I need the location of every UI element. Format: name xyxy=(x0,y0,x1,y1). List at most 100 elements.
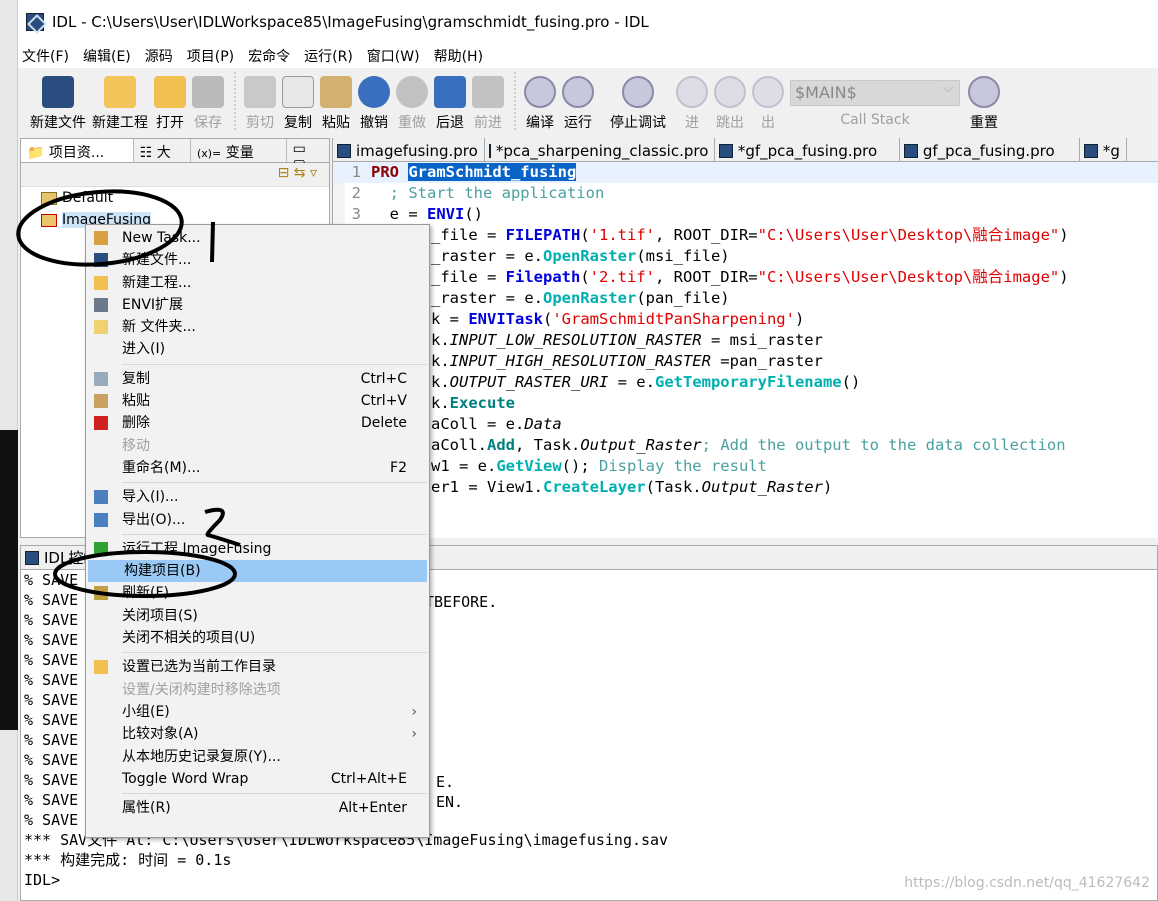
back-button[interactable]: 后退 xyxy=(434,68,466,132)
reset-button[interactable]: 重置 xyxy=(968,68,1000,132)
minimize-maximize-icons[interactable]: ▭ ▢ xyxy=(287,139,329,173)
editor-tab[interactable]: *g xyxy=(1080,138,1127,161)
tab-outline[interactable]: ☷ 大纲 xyxy=(134,139,191,181)
cut-label: 剪切 xyxy=(246,115,274,131)
menu-help[interactable]: 帮助(H) xyxy=(434,46,483,66)
context-menu-item[interactable]: 关闭不相关的项目(U) xyxy=(86,627,429,649)
editor-tab[interactable]: *gf_pca_fusing.pro xyxy=(715,138,900,161)
menu-macros[interactable]: 宏命令 xyxy=(248,46,290,66)
context-menu-item[interactable]: 属性(R) Alt+Enter xyxy=(86,797,429,819)
menu-item-label: 导出(O)... xyxy=(122,511,186,528)
code-token: Add xyxy=(487,436,515,454)
code-line: _file = FILEPATH('1.tif', ROOT_DIR="C:\U… xyxy=(333,225,1158,246)
context-menu-item[interactable]: 导入(I)... xyxy=(86,486,429,508)
menu-item-label: 小组(E) xyxy=(122,703,170,720)
context-menu-item[interactable]: 删除 Delete xyxy=(86,412,429,434)
undo-button[interactable]: 撤销 xyxy=(358,68,390,132)
menu-item-shortcut: Ctrl+Alt+E xyxy=(330,770,407,787)
code-token: _file = xyxy=(431,226,506,244)
tab-variables[interactable]: (x)= 变量查... xyxy=(191,139,287,181)
step-out-button[interactable]: 出 xyxy=(752,68,784,132)
context-menu-item[interactable]: 构建项目(B) xyxy=(88,560,427,583)
project-folder-error-icon xyxy=(41,213,57,227)
title-bar: IDL - C:\Users\User\IDLWorkspace85\Image… xyxy=(18,0,1158,44)
collapse-link-icons[interactable]: ⊟ ⇆ ▿ xyxy=(278,165,317,181)
forward-label: 前进 xyxy=(474,115,502,131)
call-stack-select[interactable]: $MAIN$ xyxy=(790,80,960,106)
context-menu-item[interactable]: 粘贴 Ctrl+V xyxy=(86,390,429,412)
call-stack-label: Call Stack xyxy=(840,112,910,128)
code-token: OpenRaster xyxy=(542,247,637,265)
context-menu-item[interactable]: Toggle Word Wrap Ctrl+Alt+E xyxy=(86,768,429,790)
context-menu-item[interactable]: 运行工程 ImageFusing xyxy=(86,538,429,560)
code-editor[interactable]: imagefusing.pro *pca_sharpening_classic.… xyxy=(332,138,1158,538)
code-line: 3 e = ENVI() xyxy=(333,204,1158,225)
new-project-button[interactable]: 新建工程 xyxy=(92,68,148,132)
menu-item-label: 新建文件... xyxy=(122,252,192,269)
code-token: e = xyxy=(371,205,427,223)
code-token: , ROOT_DIR= xyxy=(654,226,758,244)
compile-button[interactable]: 编译 xyxy=(524,68,556,132)
step-into-button[interactable]: 进 xyxy=(676,68,708,132)
redo-button[interactable]: 重做 xyxy=(396,68,428,132)
context-menu-item[interactable]: New Task... xyxy=(86,227,429,249)
paste-button[interactable]: 粘贴 xyxy=(320,68,352,132)
editor-tab[interactable]: gf_pca_fusing.pro xyxy=(900,138,1080,161)
save-button[interactable]: 保存 xyxy=(192,68,224,132)
copy-button[interactable]: 复制 xyxy=(282,68,314,132)
code-token: (); xyxy=(561,457,599,475)
context-menu-item[interactable]: ENVI扩展 xyxy=(86,294,429,316)
context-menu-item[interactable]: 设置已选为当前工作目录 xyxy=(86,656,429,678)
code-token: CreateLayer xyxy=(542,478,646,496)
tree-item-default[interactable]: Default xyxy=(21,187,329,209)
context-menu-item[interactable]: 复制 Ctrl+C xyxy=(86,368,429,390)
context-menu-item[interactable]: 新 文件夹... xyxy=(86,316,429,338)
code-lines[interactable]: 1 PRO GramSchmidt_fusing 2 ; Start the ap… xyxy=(333,162,1158,498)
tab-label: *gf_pca_fusing.pro xyxy=(737,141,878,160)
menu-source[interactable]: 源码 xyxy=(145,46,173,66)
code-token: GetTemporaryFilename xyxy=(654,373,842,391)
cut-button[interactable]: 剪切 xyxy=(244,68,276,132)
context-menu-item[interactable]: 小组(E) › xyxy=(86,701,429,723)
step-over-icon xyxy=(714,76,746,108)
open-button[interactable]: 打开 xyxy=(154,68,186,132)
new-file-button[interactable]: 新建文件 xyxy=(30,68,86,132)
menu-item-label: 移动 xyxy=(122,437,150,454)
context-menu-item[interactable]: 新建工程... xyxy=(86,272,429,294)
menu-project[interactable]: 项目(P) xyxy=(187,46,234,66)
context-menu-item[interactable]: 重命名(M)... F2 xyxy=(86,457,429,479)
code-line: aColl.Add, Task.Output_Raster; Add the o… xyxy=(333,435,1158,456)
code-line: k.INPUT_HIGH_RESOLUTION_RASTER =pan_rast… xyxy=(333,351,1158,372)
step-out-label: 出 xyxy=(761,115,775,131)
code-line: _raster = e.OpenRaster(pan_file) xyxy=(333,288,1158,309)
menu-edit[interactable]: 编辑(E) xyxy=(83,46,131,66)
context-menu-item[interactable]: 从本地历史记录复原(Y)... xyxy=(86,746,429,768)
context-menu-item[interactable]: 关闭项目(S) xyxy=(86,605,429,627)
code-line: k = ENVITask('GramSchmidtPanSharpening') xyxy=(333,309,1158,330)
forward-button[interactable]: 前进 xyxy=(472,68,504,132)
menu-item-label: 属性(R) xyxy=(122,800,171,817)
code-token: ) xyxy=(822,478,833,496)
code-token: , Task. xyxy=(515,436,581,454)
context-menu-item[interactable]: 刷新(F) xyxy=(86,582,429,604)
menu-window[interactable]: 窗口(W) xyxy=(367,46,420,66)
menu-file[interactable]: 文件(F) xyxy=(22,46,69,66)
editor-tab[interactable]: *pca_sharpening_classic.pro xyxy=(485,138,715,161)
line-number: 1 xyxy=(351,163,361,181)
menu-item-label: Toggle Word Wrap xyxy=(122,770,249,787)
context-menu-item[interactable]: 比较对象(A) › xyxy=(86,723,429,745)
watermark: https://blog.csdn.net/qq_41627642 xyxy=(904,875,1150,891)
menu-run[interactable]: 运行(R) xyxy=(304,46,353,66)
tab-project-explorer[interactable]: 📁 项目资... ✕ xyxy=(21,139,134,178)
context-menu-item[interactable]: 新建文件... xyxy=(86,249,429,271)
idl-file-icon xyxy=(42,76,74,108)
editor-tab[interactable]: imagefusing.pro xyxy=(333,138,485,161)
code-token: ; Add the output to the data collection xyxy=(701,436,1066,454)
compile-label: 编译 xyxy=(526,115,554,131)
toolbar: 新建文件 新建工程 打开 保存 剪切 复制 粘贴 撤销 重做 后退 前进 编译 … xyxy=(18,68,1158,136)
stop-debug-button[interactable]: 停止调试 xyxy=(610,68,666,132)
context-menu-item[interactable]: 进入(I) xyxy=(86,338,429,360)
step-over-button[interactable]: 跳出 xyxy=(714,68,746,132)
run-button[interactable]: 运行 xyxy=(562,68,594,132)
context-menu-item[interactable]: 导出(O)... xyxy=(86,509,429,531)
